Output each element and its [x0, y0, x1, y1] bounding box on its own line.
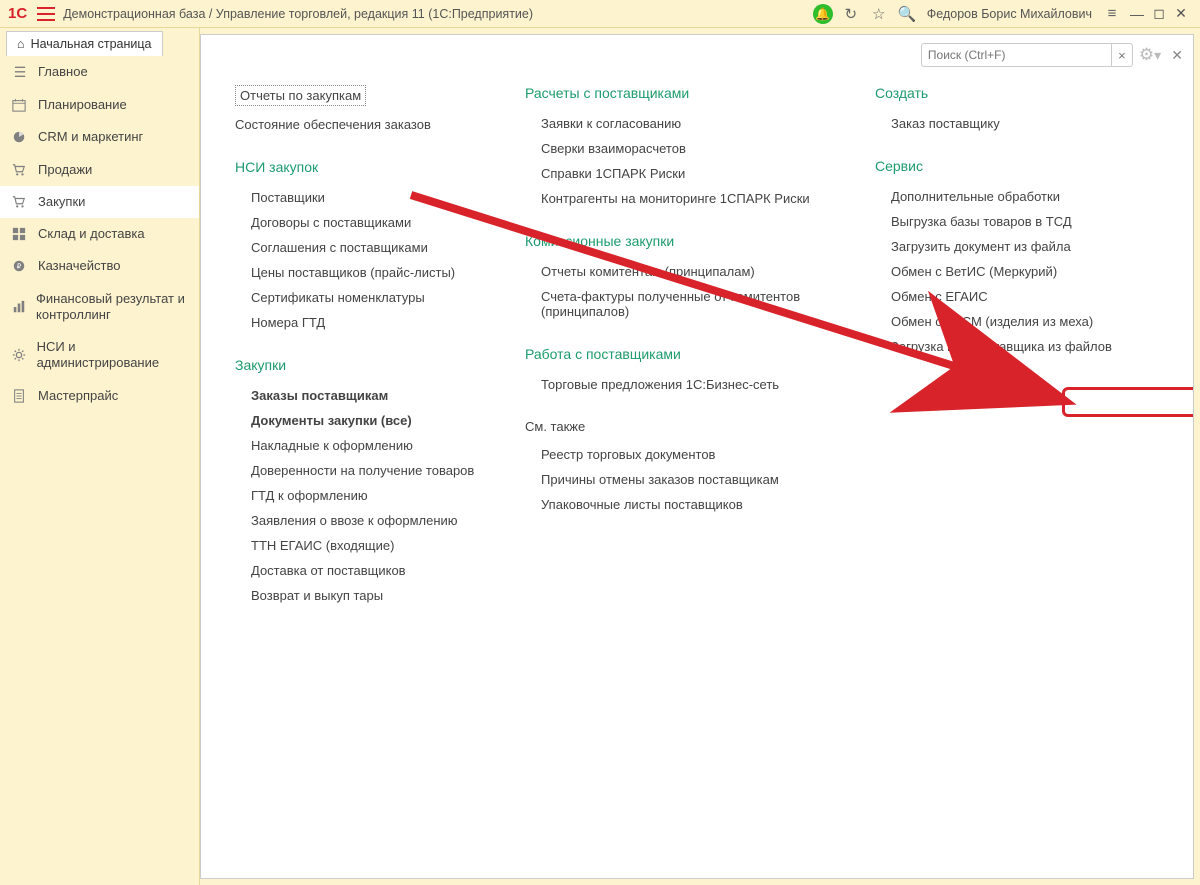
window-minimize[interactable]: — — [1126, 6, 1148, 22]
nav-crm-label: CRM и маркетинг — [38, 129, 143, 145]
nav-sales-label: Продажи — [38, 162, 92, 178]
search-clear[interactable]: × — [1111, 43, 1133, 67]
nav-planning[interactable]: Планирование — [0, 89, 199, 121]
nav-treasury[interactable]: ₽ Казначейство — [0, 250, 199, 282]
bell-icon[interactable]: 🔔 — [812, 3, 834, 25]
star-icon[interactable]: ☆ — [868, 3, 890, 25]
link-c1s2-7[interactable]: Доставка от поставщиков — [235, 558, 485, 583]
link-c1s2-2[interactable]: Накладные к оформлению — [235, 433, 485, 458]
link-c1s1-4[interactable]: Сертификаты номенклатуры — [235, 285, 485, 310]
nav-treasury-label: Казначейство — [38, 258, 120, 274]
link-c3s2-6[interactable]: Загрузка цен поставщика из файлов — [875, 334, 1125, 359]
link-c3s2-3[interactable]: Обмен с ВетИС (Меркурий) — [875, 259, 1125, 284]
nav-purchases-icon — [12, 195, 28, 209]
nav-warehouse[interactable]: Склад и доставка — [0, 218, 199, 250]
link-c3s2-2[interactable]: Загрузить документ из файла — [875, 234, 1125, 259]
nav-planning-label: Планирование — [38, 97, 127, 113]
link-c2s3-0[interactable]: Торговые предложения 1С:Бизнес-сеть — [525, 372, 835, 397]
link-c1s1-3[interactable]: Цены поставщиков (прайс-листы) — [235, 260, 485, 285]
link-c2s4-2[interactable]: Упаковочные листы поставщиков — [525, 492, 835, 517]
window-close[interactable]: ✕ — [1170, 5, 1192, 22]
link-c1s2-4[interactable]: ГТД к оформлению — [235, 483, 485, 508]
link-c1s2-6[interactable]: ТТН ЕГАИС (входящие) — [235, 533, 485, 558]
history-icon[interactable]: ↻ — [840, 3, 862, 25]
link-reports-purchases[interactable]: Отчеты по закупкам — [235, 85, 366, 106]
link-c2s2-0[interactable]: Отчеты комитентам (принципалам) — [525, 259, 835, 284]
search-icon[interactable]: 🔍 — [896, 3, 918, 25]
link-c3s2-1[interactable]: Выгрузка базы товаров в ТСД — [875, 209, 1125, 234]
gear-icon[interactable]: ⚙▾ — [1139, 45, 1161, 65]
section-work-suppliers[interactable]: Работа с поставщиками — [525, 346, 835, 362]
link-c2s1-0[interactable]: Заявки к согласованию — [525, 111, 835, 136]
link-c3s2-5[interactable]: Обмен с ГИСМ (изделия из меха) — [875, 309, 1125, 334]
nav-planning-icon — [12, 98, 28, 112]
link-c1s2-1[interactable]: Документы закупки (все) — [235, 408, 485, 433]
nav-purchases[interactable]: Закупки — [0, 186, 199, 218]
link-c1s1-1[interactable]: Договоры с поставщиками — [235, 210, 485, 235]
section-see-also: См. также — [525, 419, 835, 434]
nav-masterprice-icon — [12, 389, 28, 403]
link-c2s4-0[interactable]: Реестр торговых документов — [525, 442, 835, 467]
nav-finance-icon — [12, 300, 26, 314]
svg-text:₽: ₽ — [17, 263, 22, 271]
user-menu-icon[interactable]: ≡ — [1101, 3, 1123, 25]
link-c1s2-5[interactable]: Заявления о ввозе к оформлению — [235, 508, 485, 533]
nav-main[interactable]: ☰ Главное — [0, 56, 199, 89]
nav-main-icon: ☰ — [12, 64, 28, 81]
link-c3s2-4[interactable]: Обмен с ЕГАИС — [875, 284, 1125, 309]
section-commission[interactable]: Комиссионные закупки — [525, 233, 835, 249]
nav-warehouse-icon — [12, 227, 28, 241]
nav-sales[interactable]: Продажи — [0, 154, 199, 186]
panel-close[interactable]: ✕ — [1171, 47, 1183, 64]
link-c2s1-1[interactable]: Сверки взаиморасчетов — [525, 136, 835, 161]
link-c2s1-2[interactable]: Справки 1СПАРК Риски — [525, 161, 835, 186]
nav-treasury-icon: ₽ — [12, 259, 28, 273]
section-purchases[interactable]: Закупки — [235, 357, 485, 373]
section-service[interactable]: Сервис — [875, 158, 1125, 174]
user-name[interactable]: Федоров Борис Михайлович — [927, 7, 1092, 21]
nav-admin-label: НСИ и администрирование — [37, 339, 187, 372]
search-input[interactable] — [921, 43, 1111, 67]
link-c2s4-1[interactable]: Причины отмены заказов поставщикам — [525, 467, 835, 492]
link-c1s2-3[interactable]: Доверенности на получение товаров — [235, 458, 485, 483]
link-c1s2-8[interactable]: Возврат и выкуп тары — [235, 583, 485, 608]
window-title: Демонстрационная база / Управление торго… — [63, 7, 533, 21]
nav-main-label: Главное — [38, 64, 88, 80]
nav-sales-icon — [12, 163, 28, 177]
link-c3s2-0[interactable]: Дополнительные обработки — [875, 184, 1125, 209]
nav-admin[interactable]: НСИ и администрирование — [0, 331, 199, 380]
link-order-status[interactable]: Состояние обеспечения заказов — [235, 112, 485, 137]
home-icon: ⌂ — [17, 37, 25, 51]
nav-crm[interactable]: CRM и маркетинг — [0, 121, 199, 153]
link-c1s1-2[interactable]: Соглашения с поставщиками — [235, 235, 485, 260]
link-c2s2-1[interactable]: Счета-фактуры полученные от комитентов (… — [525, 284, 835, 324]
window-maximize[interactable]: ◻ — [1148, 5, 1170, 22]
link-c3s1-0[interactable]: Заказ поставщику — [875, 111, 1125, 136]
nav-admin-icon — [12, 348, 27, 362]
hamburger-icon[interactable] — [37, 7, 55, 21]
link-c2s1-3[interactable]: Контрагенты на мониторинге 1СПАРК Риски — [525, 186, 835, 211]
search-box[interactable]: × — [921, 43, 1133, 67]
nav-purchases-label: Закупки — [38, 194, 85, 210]
section-nsi-purchases[interactable]: НСИ закупок — [235, 159, 485, 175]
tab-label: Начальная страница — [31, 37, 152, 51]
link-c1s1-0[interactable]: Поставщики — [235, 185, 485, 210]
nav-finance-label: Финансовый результат и контроллинг — [36, 291, 187, 324]
nav-warehouse-label: Склад и доставка — [38, 226, 145, 242]
section-create[interactable]: Создать — [875, 85, 1125, 101]
tab-start-page[interactable]: ⌂ Начальная страница — [6, 31, 163, 56]
nav-masterprice[interactable]: Мастерпрайс — [0, 380, 199, 412]
logo-1c: 1C — [8, 5, 27, 22]
link-c1s2-0[interactable]: Заказы поставщикам — [235, 383, 485, 408]
nav-crm-icon — [12, 130, 28, 144]
nav-masterprice-label: Мастерпрайс — [38, 388, 118, 404]
section-settlements[interactable]: Расчеты с поставщиками — [525, 85, 835, 101]
link-c1s1-5[interactable]: Номера ГТД — [235, 310, 485, 335]
nav-finance[interactable]: Финансовый результат и контроллинг — [0, 283, 199, 332]
